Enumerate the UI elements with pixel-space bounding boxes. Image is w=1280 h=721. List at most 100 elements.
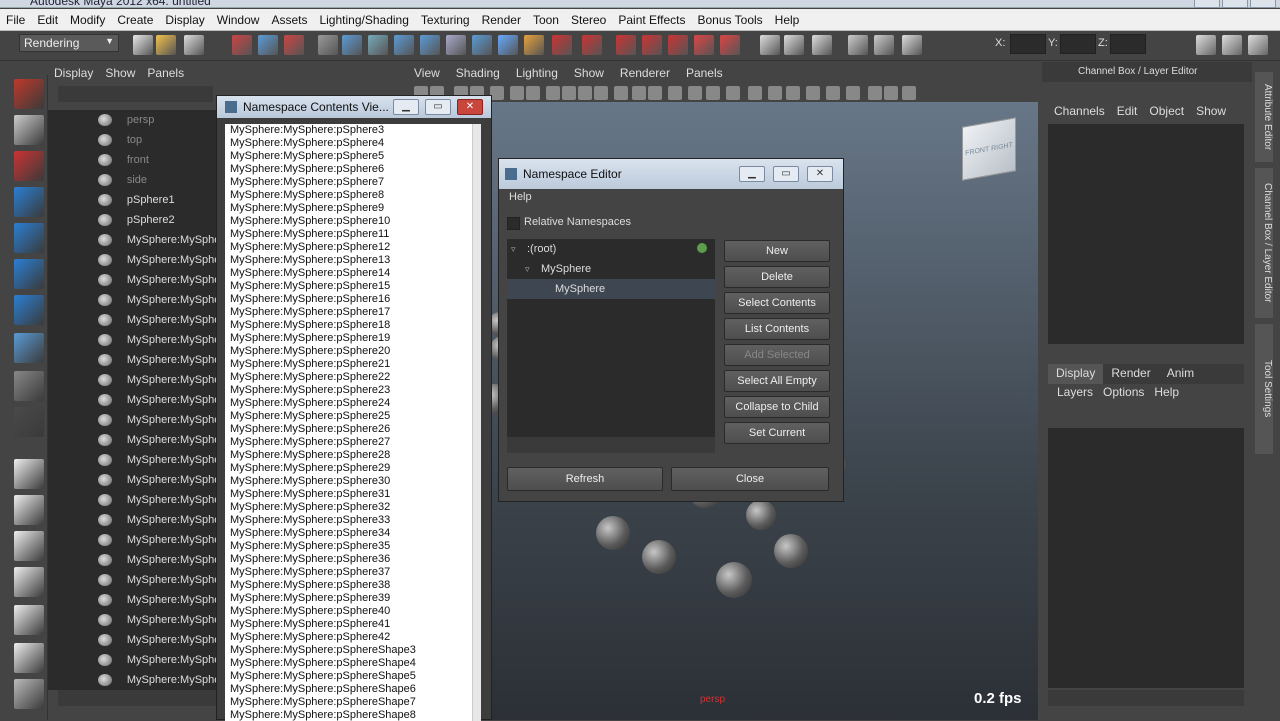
contents-list-item[interactable]: MySphere:MySphere:pSphere13 <box>225 254 481 267</box>
viewport-tool-icon[interactable] <box>806 86 820 100</box>
help-menu[interactable]: Help <box>509 191 532 203</box>
panel-toggle-icon[interactable] <box>1222 35 1242 55</box>
side-tab[interactable]: Tool Settings <box>1255 324 1273 454</box>
menu-item[interactable]: Modify <box>64 13 111 27</box>
viewport-menu-item[interactable]: Lighting <box>508 66 566 80</box>
list-contents-button[interactable]: List Contents <box>724 318 830 340</box>
contents-list-item[interactable]: MySphere:MySphere:pSphere20 <box>225 345 481 358</box>
contents-list-item[interactable]: MySphere:MySphere:pSphere34 <box>225 527 481 540</box>
soft-mod-icon[interactable] <box>14 333 44 363</box>
contents-list-item[interactable]: MySphere:MySphere:pSphere16 <box>225 293 481 306</box>
contents-list-item[interactable]: MySphere:MySphere:pSphere21 <box>225 358 481 371</box>
layout-single-icon[interactable] <box>14 459 44 489</box>
viewport-tool-icon[interactable] <box>562 86 576 100</box>
outliner-scrollbar[interactable] <box>58 690 216 706</box>
toolbar-tool-icon[interactable] <box>694 35 714 55</box>
outliner-row[interactable]: MySphere:MySphere <box>48 230 216 250</box>
viewport-tool-icon[interactable] <box>648 86 662 100</box>
namespace-tree-row[interactable]: ▿ MySphere <box>507 259 715 279</box>
select-tool-icon[interactable] <box>14 79 44 109</box>
refresh-button[interactable]: Refresh <box>507 467 663 491</box>
viewport-tool-icon[interactable] <box>786 86 800 100</box>
toolbar-tool-icon[interactable] <box>133 35 153 55</box>
layer-tab[interactable]: Render <box>1103 364 1158 384</box>
contents-list-item[interactable]: MySphere:MySphere:pSphere24 <box>225 397 481 410</box>
contents-list-item[interactable]: MySphere:MySphere:pSphere28 <box>225 449 481 462</box>
viewport-menu-item[interactable]: View <box>406 66 448 80</box>
outliner-row[interactable]: MySphere:MySphere <box>48 430 216 450</box>
menu-item[interactable]: Display <box>159 13 210 27</box>
outliner-row[interactable]: MySphere:MySphere <box>48 290 216 310</box>
viewport-tool-icon[interactable] <box>526 86 540 100</box>
contents-list-item[interactable]: MySphere:MySphere:pSphere23 <box>225 384 481 397</box>
sphere-object[interactable] <box>596 516 630 550</box>
contents-list-item[interactable]: MySphere:MySphere:pSphere15 <box>225 280 481 293</box>
contents-list-item[interactable]: MySphere:MySphere:pSphere42 <box>225 631 481 644</box>
minimize-icon[interactable] <box>1194 0 1220 8</box>
select-contents-button[interactable]: Select Contents <box>724 292 830 314</box>
contents-list-item[interactable]: MySphere:MySphere:pSphere3 <box>225 124 481 137</box>
menu-item[interactable]: File <box>0 13 31 27</box>
scale-tool-icon[interactable] <box>14 259 44 289</box>
toolbar-tool-icon[interactable] <box>668 35 688 55</box>
viewport-tool-icon[interactable] <box>490 86 504 100</box>
toolbar-tool-icon[interactable] <box>784 35 804 55</box>
layout-graph-icon[interactable] <box>14 605 44 635</box>
outliner-row[interactable]: pSphere2 <box>48 210 216 230</box>
close-icon[interactable]: ✕ <box>457 99 483 115</box>
toolbar-tool-icon[interactable] <box>232 35 252 55</box>
outliner-row[interactable]: persp <box>48 110 216 130</box>
viewport-tool-icon[interactable] <box>594 86 608 100</box>
contents-list-item[interactable]: MySphere:MySphere:pSphere32 <box>225 501 481 514</box>
outliner-row[interactable]: MySphere:MySphere <box>48 330 216 350</box>
close-icon[interactable]: ✕ <box>807 166 833 182</box>
layer-tab[interactable]: Display <box>1048 364 1104 384</box>
contents-list-item[interactable]: MySphere:MySphere:pSphere35 <box>225 540 481 553</box>
outliner-row[interactable]: MySphere:MySphere <box>48 270 216 290</box>
contents-list-item[interactable]: MySphere:MySphere:pSphereShape5 <box>225 670 481 683</box>
outliner-row[interactable]: side <box>48 170 216 190</box>
toolbar-tool-icon[interactable] <box>760 35 780 55</box>
toolbar-tool-icon[interactable] <box>368 35 388 55</box>
viewport-tool-icon[interactable] <box>706 86 720 100</box>
outliner-row[interactable]: MySphere:MySphere <box>48 550 216 570</box>
render-view-icon[interactable] <box>14 679 44 709</box>
contents-list-item[interactable]: MySphere:MySphere:pSphere19 <box>225 332 481 345</box>
contents-list-item[interactable]: MySphere:MySphere:pSphere38 <box>225 579 481 592</box>
outliner-row[interactable]: MySphere:MySphere <box>48 470 216 490</box>
set-current-button[interactable]: Set Current <box>724 422 830 444</box>
move-tool-icon[interactable] <box>14 187 44 217</box>
paint-tool-icon[interactable] <box>14 151 44 181</box>
collapse-to-child-button[interactable]: Collapse to Child <box>724 396 830 418</box>
expand-arrow-icon[interactable]: ▿ <box>511 244 523 255</box>
viewport-menu-item[interactable]: Shading <box>448 66 508 80</box>
contents-list-item[interactable]: MySphere:MySphere:pSphere17 <box>225 306 481 319</box>
outliner-row[interactable]: MySphere:MySphere <box>48 310 216 330</box>
maximize-icon[interactable] <box>1222 0 1248 8</box>
viewport-tool-icon[interactable] <box>546 86 560 100</box>
delete-button[interactable]: Delete <box>724 266 830 288</box>
panel-toggle-icon[interactable] <box>1248 35 1268 55</box>
contents-list-item[interactable]: MySphere:MySphere:pSphereShape8 <box>225 709 481 721</box>
contents-list-item[interactable]: MySphere:MySphere:pSphere27 <box>225 436 481 449</box>
toolbar-tool-icon[interactable] <box>524 35 544 55</box>
contents-list-item[interactable]: MySphere:MySphere:pSphere37 <box>225 566 481 579</box>
channel-box-area[interactable] <box>1048 124 1244 344</box>
viewport-tool-icon[interactable] <box>768 86 782 100</box>
expand-arrow-icon[interactable]: ▿ <box>525 264 537 275</box>
outliner-row[interactable]: MySphere:MySphere <box>48 650 216 670</box>
contents-list-item[interactable]: MySphere:MySphere:pSphere18 <box>225 319 481 332</box>
viewport-tool-icon[interactable] <box>748 86 762 100</box>
toolbar-tool-icon[interactable] <box>284 35 304 55</box>
toolbar-tool-icon[interactable] <box>258 35 278 55</box>
toolbar-tool-icon[interactable] <box>342 35 362 55</box>
outliner-row[interactable]: MySphere:MySphere <box>48 450 216 470</box>
viewport-menu-item[interactable]: Renderer <box>612 66 678 80</box>
close-icon[interactable] <box>1250 0 1276 8</box>
toolbar-tool-icon[interactable] <box>472 35 492 55</box>
menu-item[interactable]: Render <box>476 13 527 27</box>
contents-list-item[interactable]: MySphere:MySphere:pSphere30 <box>225 475 481 488</box>
y-field[interactable] <box>1060 34 1096 54</box>
empty-tool-slot-icon[interactable] <box>14 407 44 437</box>
viewport-tool-icon[interactable] <box>614 86 628 100</box>
